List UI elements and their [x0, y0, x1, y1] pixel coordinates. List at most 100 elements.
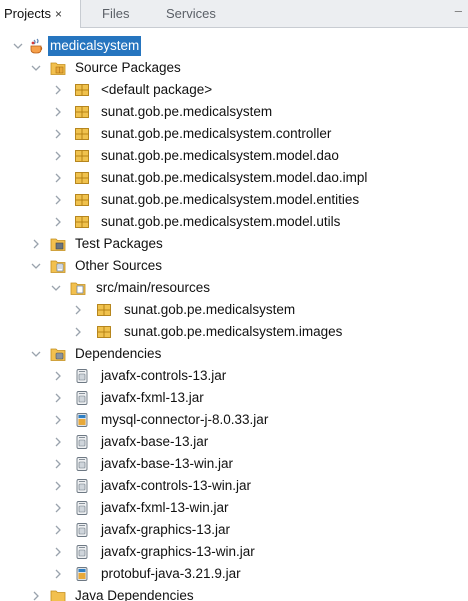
tree-node-other-sources[interactable]: Other Sources — [0, 255, 468, 277]
source-packages-label: Source Packages — [75, 60, 181, 75]
dependency-item[interactable]: javafx-base-13.jar — [0, 431, 468, 453]
dependency-label: javafx-controls-13.jar — [101, 368, 227, 383]
chevron-right-icon[interactable] — [52, 478, 64, 494]
chevron-right-icon[interactable] — [52, 434, 64, 450]
tree-node-source-packages[interactable]: Source Packages — [0, 57, 468, 79]
chevron-right-icon[interactable] — [52, 390, 64, 406]
dependency-label: javafx-graphics-13-win.jar — [101, 544, 255, 559]
package-icon — [96, 324, 112, 340]
other-sources-label: Other Sources — [75, 258, 163, 273]
source-package-item[interactable]: sunat.gob.pe.medicalsystem.model.dao.imp… — [0, 167, 468, 189]
test-packages-folder-icon — [50, 236, 66, 252]
jar-icon — [74, 544, 90, 560]
tab-files[interactable]: Files — [102, 0, 129, 27]
chevron-right-icon[interactable] — [52, 82, 64, 98]
java-dependencies-label: Java Dependencies — [75, 588, 194, 601]
chevron-right-icon[interactable] — [52, 170, 64, 186]
source-package-label: sunat.gob.pe.medicalsystem.model.dao.imp… — [101, 170, 368, 185]
package-icon — [74, 148, 90, 164]
tab-strip: Projects × Files Services – — [0, 0, 468, 28]
chevron-down-icon[interactable] — [50, 280, 62, 296]
package-icon — [74, 214, 90, 230]
chevron-down-icon[interactable] — [30, 60, 42, 76]
resources-folder-icon — [70, 280, 86, 296]
dependencies-folder-icon — [50, 346, 66, 362]
tree-node-test-packages[interactable]: Test Packages — [0, 233, 468, 255]
chevron-right-icon[interactable] — [52, 192, 64, 208]
jar-icon — [74, 566, 90, 582]
dependency-item[interactable]: protobuf-java-3.21.9.jar — [0, 563, 468, 585]
package-icon — [74, 104, 90, 120]
close-icon[interactable]: × — [55, 1, 62, 28]
source-package-label: sunat.gob.pe.medicalsystem — [101, 104, 273, 119]
resource-package-item[interactable]: sunat.gob.pe.medicalsystem.images — [0, 321, 468, 343]
dependency-item[interactable]: javafx-base-13-win.jar — [0, 453, 468, 475]
chevron-right-icon[interactable] — [52, 104, 64, 120]
chevron-right-icon[interactable] — [52, 522, 64, 538]
source-package-item[interactable]: <default package> — [0, 79, 468, 101]
jar-icon — [74, 390, 90, 406]
package-icon — [74, 82, 90, 98]
dependency-label: javafx-base-13-win.jar — [101, 456, 234, 471]
test-packages-label: Test Packages — [75, 236, 163, 251]
dependency-label: javafx-base-13.jar — [101, 434, 209, 449]
minimize-icon[interactable]: – — [455, 0, 462, 27]
chevron-right-icon[interactable] — [52, 126, 64, 142]
jar-icon — [74, 368, 90, 384]
dependency-item[interactable]: mysql-connector-j-8.0.33.jar — [0, 409, 468, 431]
chevron-down-icon[interactable] — [12, 38, 24, 54]
dependency-item[interactable]: javafx-graphics-13-win.jar — [0, 541, 468, 563]
tab-services[interactable]: Services — [166, 0, 216, 27]
chevron-right-icon[interactable] — [52, 500, 64, 516]
other-sources-folder-icon — [50, 258, 66, 274]
tree-node-project[interactable]: medicalsystem — [0, 35, 468, 57]
jar-icon — [74, 434, 90, 450]
chevron-right-icon[interactable] — [52, 214, 64, 230]
chevron-right-icon[interactable] — [52, 148, 64, 164]
jar-icon — [74, 456, 90, 472]
java-project-icon — [28, 37, 44, 54]
chevron-right-icon[interactable] — [52, 544, 64, 560]
tree-node-java-dependencies[interactable]: Java Dependencies — [0, 585, 468, 601]
source-packages-folder-icon — [50, 60, 66, 76]
dependency-label: javafx-fxml-13.jar — [101, 390, 204, 405]
resource-package-item[interactable]: sunat.gob.pe.medicalsystem — [0, 299, 468, 321]
dependency-label: protobuf-java-3.21.9.jar — [101, 566, 241, 581]
chevron-right-icon[interactable] — [30, 236, 42, 252]
source-package-item[interactable]: sunat.gob.pe.medicalsystem.model.dao — [0, 145, 468, 167]
source-package-label: sunat.gob.pe.medicalsystem.model.entitie… — [101, 192, 360, 207]
dependency-label: mysql-connector-j-8.0.33.jar — [101, 412, 269, 427]
tree-node-resources-folder[interactable]: src/main/resources — [0, 277, 468, 299]
dependencies-label: Dependencies — [75, 346, 162, 361]
source-package-label: sunat.gob.pe.medicalsystem.model.dao — [101, 148, 339, 163]
package-icon — [74, 192, 90, 208]
project-name: medicalsystem — [48, 36, 142, 56]
tab-services-label: Services — [166, 6, 216, 21]
chevron-right-icon[interactable] — [52, 368, 64, 384]
dependency-label: javafx-controls-13-win.jar — [101, 478, 252, 493]
source-package-item[interactable]: sunat.gob.pe.medicalsystem — [0, 101, 468, 123]
dependency-item[interactable]: javafx-fxml-13-win.jar — [0, 497, 468, 519]
dependency-item[interactable]: javafx-graphics-13.jar — [0, 519, 468, 541]
source-package-item[interactable]: sunat.gob.pe.medicalsystem.model.utils — [0, 211, 468, 233]
dependency-item[interactable]: javafx-controls-13-win.jar — [0, 475, 468, 497]
tree-node-dependencies[interactable]: Dependencies — [0, 343, 468, 365]
source-package-item[interactable]: sunat.gob.pe.medicalsystem.controller — [0, 123, 468, 145]
chevron-down-icon[interactable] — [30, 258, 42, 274]
chevron-right-icon[interactable] — [52, 566, 64, 582]
jar-icon — [74, 478, 90, 494]
jar-icon — [74, 522, 90, 538]
chevron-right-icon[interactable] — [72, 302, 84, 318]
package-icon — [74, 170, 90, 186]
tab-projects[interactable]: Projects × — [0, 0, 81, 28]
chevron-down-icon[interactable] — [30, 346, 42, 362]
chevron-right-icon[interactable] — [30, 588, 42, 601]
dependency-item[interactable]: javafx-fxml-13.jar — [0, 387, 468, 409]
source-package-item[interactable]: sunat.gob.pe.medicalsystem.model.entitie… — [0, 189, 468, 211]
tab-projects-label: Projects — [4, 6, 51, 21]
dependency-item[interactable]: javafx-controls-13.jar — [0, 365, 468, 387]
chevron-right-icon[interactable] — [52, 456, 64, 472]
chevron-right-icon[interactable] — [72, 324, 84, 340]
chevron-right-icon[interactable] — [52, 412, 64, 428]
source-package-label: sunat.gob.pe.medicalsystem.model.utils — [101, 214, 341, 229]
